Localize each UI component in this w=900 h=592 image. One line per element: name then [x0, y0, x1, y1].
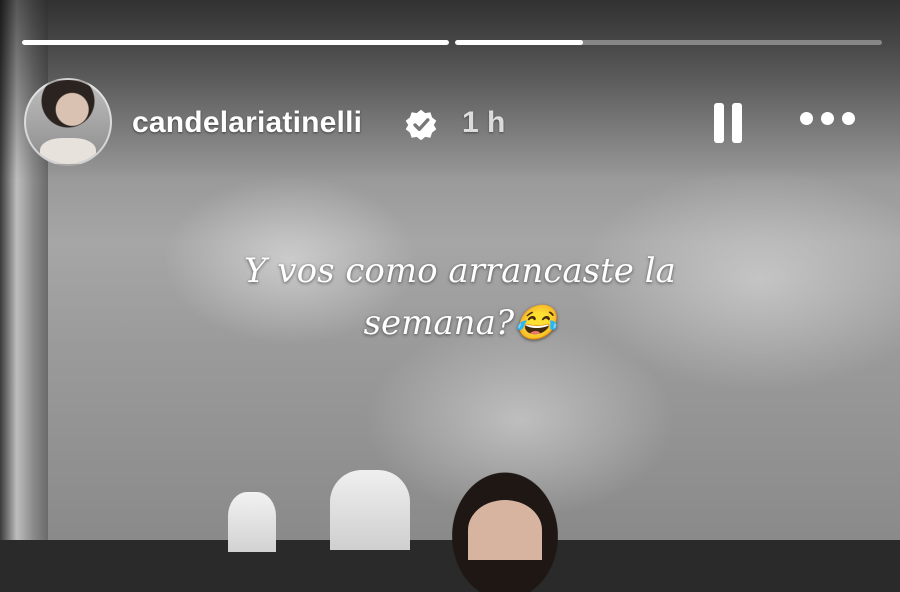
- pause-icon[interactable]: [712, 103, 746, 143]
- towel: [330, 470, 410, 550]
- more-options-icon[interactable]: [800, 112, 860, 132]
- towel-left: [228, 492, 276, 552]
- username[interactable]: candelariatinelli: [132, 106, 362, 140]
- story-progress: [22, 40, 882, 46]
- story-caption: Y vos como arrancaste la semana?😂: [244, 251, 676, 343]
- verified-badge-icon: [405, 109, 437, 141]
- top-gradient-overlay: [0, 0, 900, 180]
- post-time: 1 h: [462, 106, 506, 139]
- avatar[interactable]: [24, 78, 112, 166]
- person-face: [468, 500, 542, 560]
- progress-segment-2: [455, 40, 882, 45]
- progress-segment-1: [22, 40, 449, 45]
